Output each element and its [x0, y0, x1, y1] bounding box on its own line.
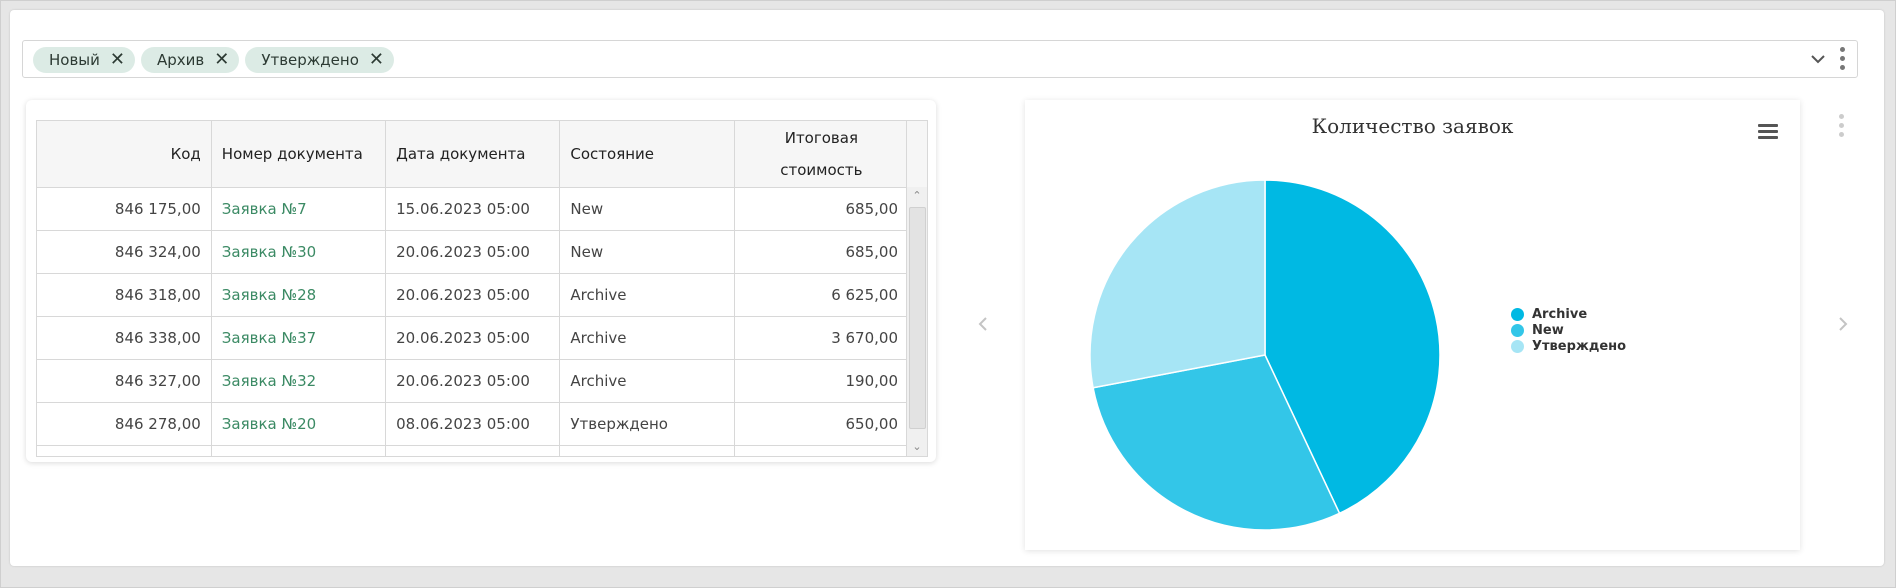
cell-state: New: [559, 187, 735, 231]
cell-doc-link[interactable]: Заявка №28: [211, 273, 387, 317]
filter-actions: [1810, 47, 1845, 70]
table-row[interactable]: 846 327,00 Заявка №32 20.06.2023 05:00 A…: [37, 359, 910, 403]
filter-chip: Утверждено ✕: [245, 47, 394, 73]
legend-label: New: [1532, 322, 1564, 338]
cell-state: Утверждено: [559, 402, 735, 446]
cell-date: 08.06.2023 05:00: [385, 402, 561, 446]
cell-state: Archive: [559, 359, 735, 403]
legend-item[interactable]: New: [1511, 322, 1626, 338]
scrollbar-thumb[interactable]: [909, 207, 926, 429]
cell-code: 846 278,00: [37, 402, 212, 446]
legend-label: Archive: [1532, 306, 1588, 322]
table-row[interactable]: 846 175,00 Заявка №7 15.06.2023 05:00 Ne…: [37, 187, 910, 231]
cell-code: 846 175,00: [37, 187, 212, 231]
requests-table-card: Код Номер документа Дата документа Состо…: [26, 100, 936, 462]
chevron-down-icon[interactable]: ⌄: [907, 438, 927, 456]
table-scrollbar[interactable]: ⌃ ⌄: [906, 187, 927, 456]
chevron-left-icon[interactable]: [978, 316, 988, 332]
table-header-row: Код Номер документа Дата документа Состо…: [37, 121, 910, 188]
pie-chart-card: Количество заявок Archive New Утверждено: [1025, 100, 1800, 550]
table-row-partial: [37, 445, 910, 456]
status-filter[interactable]: Новый ✕ Архив ✕ Утверждено ✕: [22, 40, 1858, 78]
cell-total: 6 625,00: [734, 273, 910, 317]
chart-legend: Archive New Утверждено: [1511, 306, 1626, 354]
column-header-doc-date[interactable]: Дата документа: [385, 121, 561, 188]
cell-total: 3 670,00: [734, 316, 910, 360]
legend-marker: [1511, 323, 1524, 337]
scrollbar-header-filler: [906, 121, 927, 188]
cell-doc-link[interactable]: Заявка №37: [211, 316, 387, 360]
legend-marker: [1511, 339, 1524, 353]
pie-slice-утверждено[interactable]: [1089, 179, 1266, 389]
cell-state: Archive: [559, 273, 735, 317]
cell-doc-link[interactable]: Заявка №20: [211, 402, 387, 446]
legend-item[interactable]: Archive: [1511, 306, 1626, 322]
close-icon[interactable]: ✕: [369, 51, 384, 69]
filter-chip-label: Архив: [156, 51, 205, 69]
cell-date: 20.06.2023 05:00: [385, 359, 561, 403]
cell-code: 846 327,00: [37, 359, 212, 403]
cell-total: 685,00: [734, 230, 910, 274]
cell-total: 685,00: [734, 187, 910, 231]
filter-chip: Новый ✕: [33, 47, 135, 73]
column-header-state[interactable]: Состояние: [559, 121, 735, 188]
table-row[interactable]: 846 338,00 Заявка №37 20.06.2023 05:00 A…: [37, 316, 910, 360]
cell-date: 20.06.2023 05:00: [385, 316, 561, 360]
chevron-right-icon[interactable]: [1838, 316, 1848, 332]
requests-table: Код Номер документа Дата документа Состо…: [36, 120, 928, 457]
table-row[interactable]: 846 324,00 Заявка №30 20.06.2023 05:00 N…: [37, 230, 910, 274]
column-header-code[interactable]: Код: [37, 121, 212, 188]
cell-code: 846 318,00: [37, 273, 212, 317]
filter-chips: Новый ✕ Архив ✕ Утверждено ✕: [33, 47, 394, 73]
cell-date: 20.06.2023 05:00: [385, 273, 561, 317]
legend-item[interactable]: Утверждено: [1511, 338, 1626, 354]
legend-label: Утверждено: [1532, 338, 1627, 354]
cell-doc-link[interactable]: Заявка №32: [211, 359, 387, 403]
cell-doc-link[interactable]: Заявка №7: [211, 187, 387, 231]
cell-date: 15.06.2023 05:00: [385, 187, 561, 231]
filter-chip-label: Новый: [49, 51, 100, 69]
cell-total: 190,00: [734, 359, 910, 403]
kebab-menu-icon[interactable]: [1839, 114, 1844, 137]
chevron-down-icon[interactable]: [1810, 54, 1826, 64]
cell-total: 650,00: [734, 402, 910, 446]
table-row[interactable]: 846 318,00 Заявка №28 20.06.2023 05:00 A…: [37, 273, 910, 317]
chevron-up-icon[interactable]: ⌃: [907, 187, 927, 205]
cell-state: Archive: [559, 316, 735, 360]
cell-code: 846 324,00: [37, 230, 212, 274]
pie-chart: [1089, 179, 1441, 531]
close-icon[interactable]: ✕: [214, 51, 229, 69]
close-icon[interactable]: ✕: [110, 51, 125, 69]
table-row[interactable]: 846 278,00 Заявка №20 08.06.2023 05:00 У…: [37, 402, 910, 446]
cell-code: 846 338,00: [37, 316, 212, 360]
filter-chip: Архив ✕: [140, 47, 240, 73]
column-header-total[interactable]: Итоговая стоимость: [734, 121, 910, 188]
column-header-doc-number[interactable]: Номер документа: [211, 121, 387, 188]
legend-marker: [1511, 307, 1524, 321]
filter-chip-label: Утверждено: [261, 51, 359, 69]
cell-date: 20.06.2023 05:00: [385, 230, 561, 274]
cell-state: New: [559, 230, 735, 274]
kebab-menu-icon[interactable]: [1840, 47, 1845, 70]
cell-doc-link[interactable]: Заявка №30: [211, 230, 387, 274]
